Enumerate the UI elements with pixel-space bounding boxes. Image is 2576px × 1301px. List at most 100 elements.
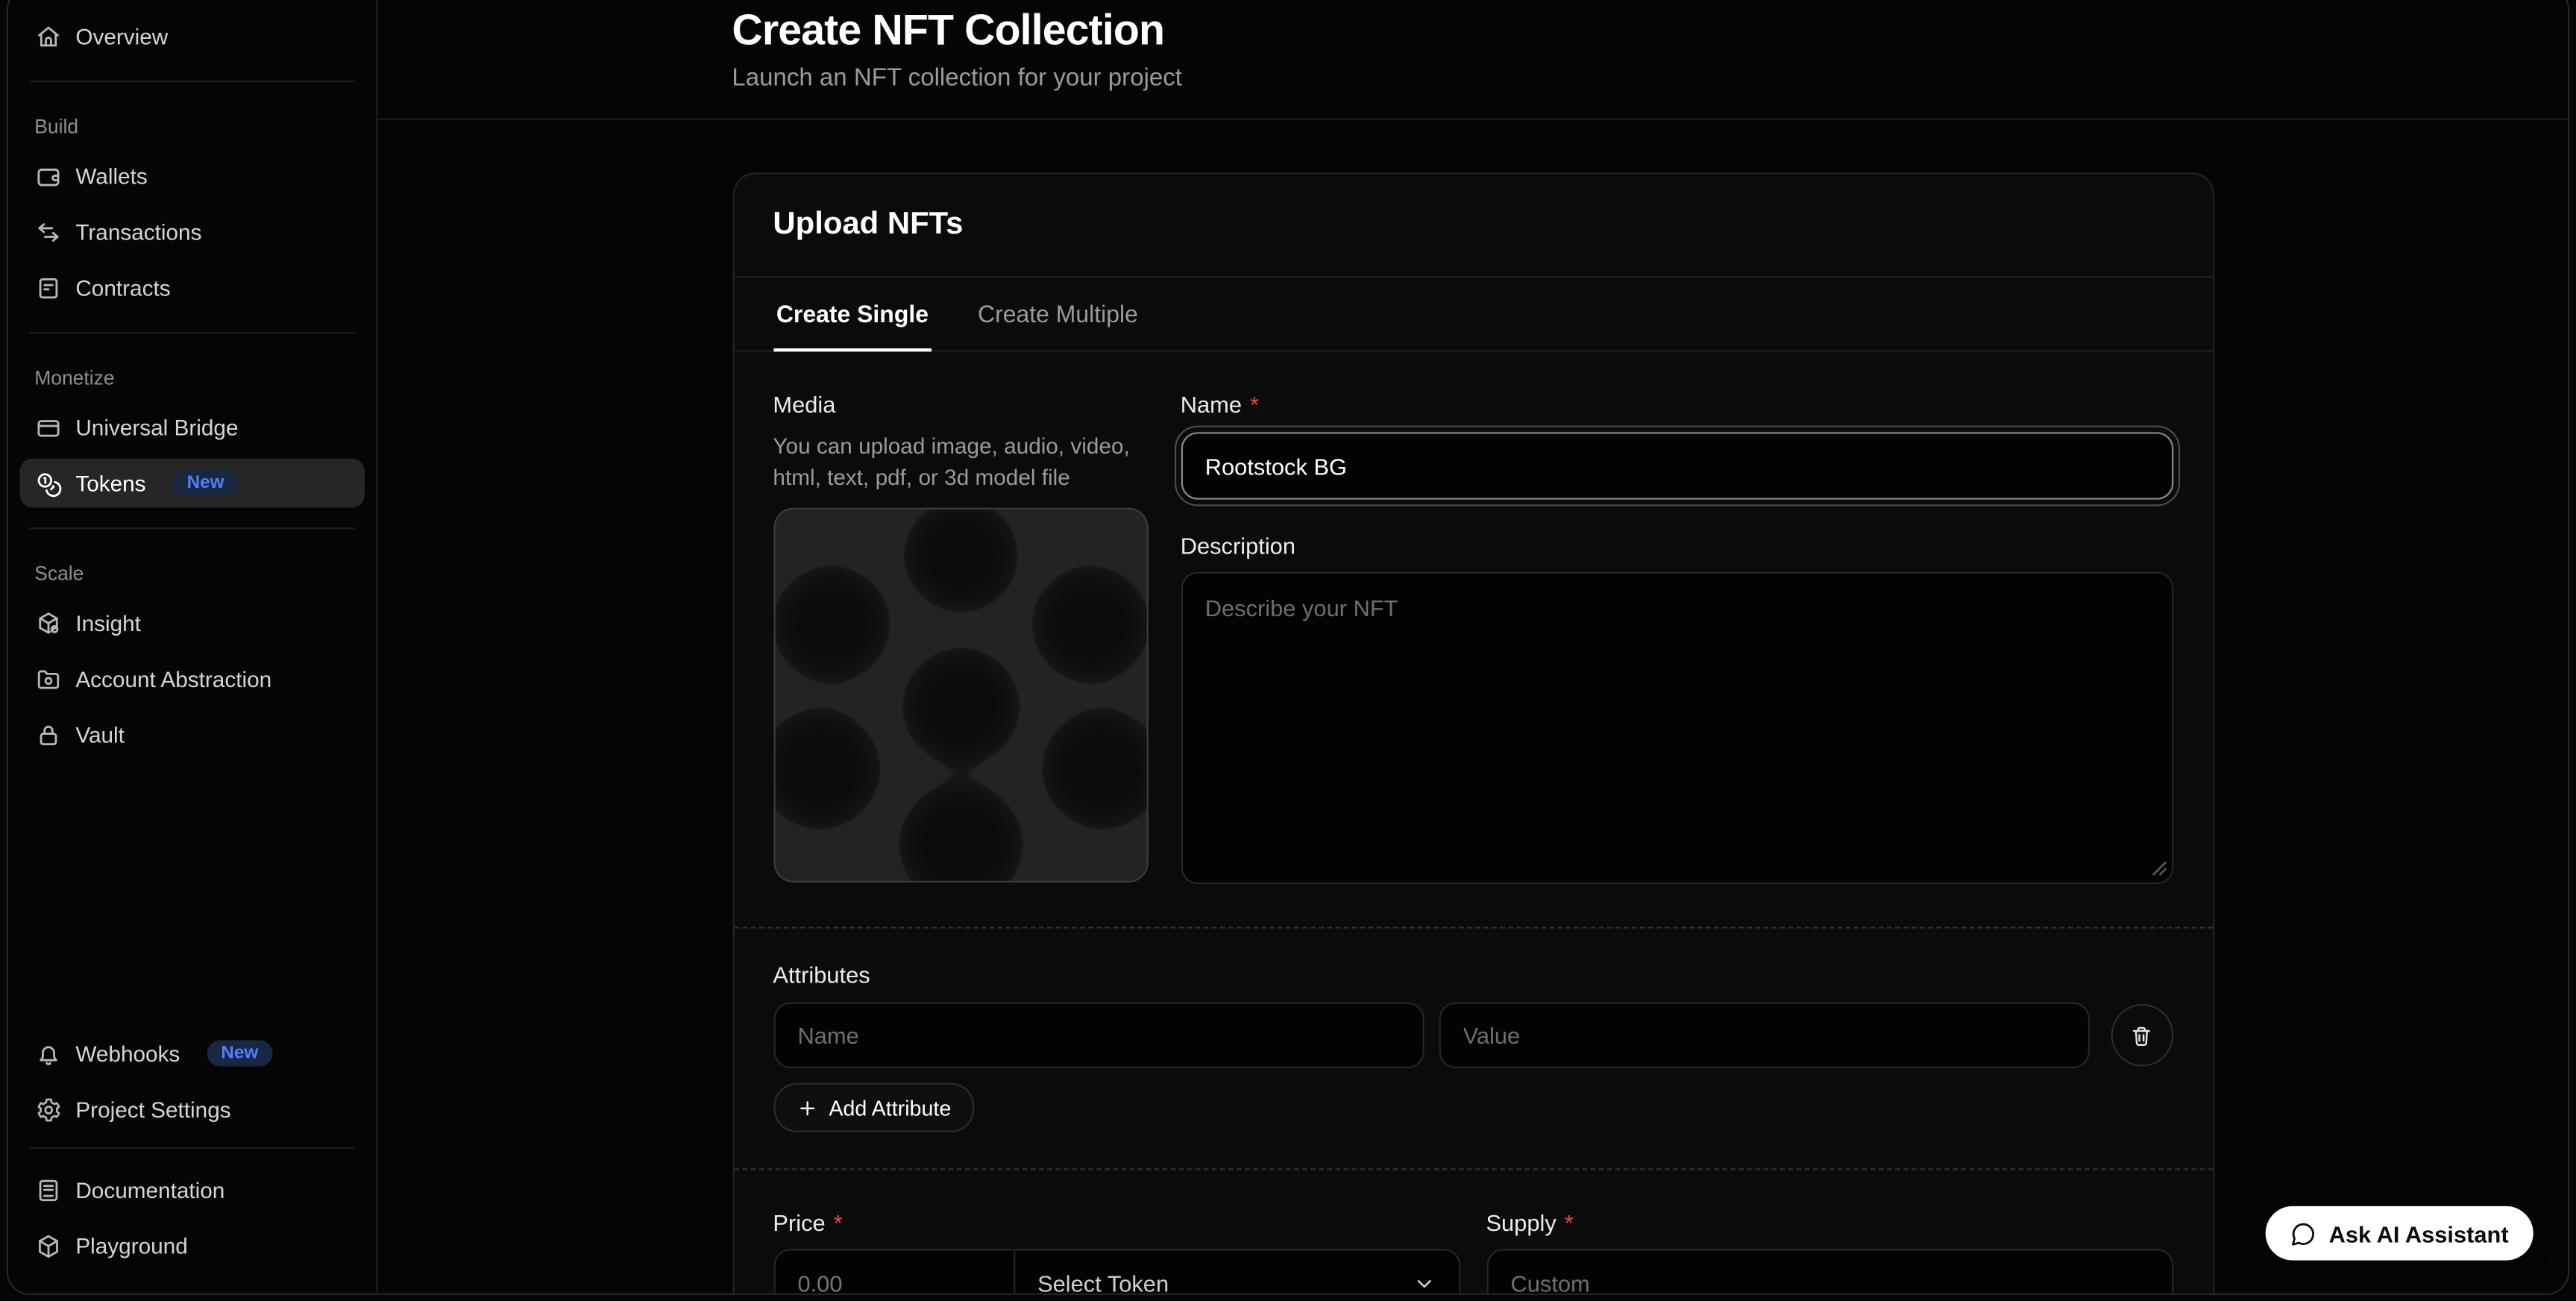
required-asterisk: *: [834, 1209, 843, 1235]
main-content: Create NFT Collection Launch an NFT coll…: [378, 0, 2568, 1294]
wallet-icon: [34, 162, 62, 189]
supply-label: Supply*: [1486, 1209, 2173, 1235]
media-hint: You can upload image, audio, video, html…: [773, 432, 1147, 493]
card-header: Upload NFTs: [734, 174, 2213, 278]
tab-create-multiple[interactable]: Create Multiple: [975, 278, 1142, 351]
cube-icon: [34, 1232, 62, 1259]
sidebar-item-label: Overview: [75, 24, 168, 48]
coins-icon: [34, 469, 62, 497]
sidebar-item-contracts[interactable]: Contracts: [19, 263, 365, 312]
ask-ai-assistant-button[interactable]: Ask AI Assistant: [2265, 1206, 2533, 1261]
media-upload-preview[interactable]: [773, 508, 1147, 883]
trash-icon: [2129, 1023, 2154, 1047]
sidebar-bottom-group: Webhooks New Project Settings Documentat…: [19, 1029, 365, 1277]
card-title: Upload NFTs: [773, 207, 2173, 243]
token-select-value: Select Token: [1037, 1270, 1169, 1294]
contract-icon: [34, 274, 62, 301]
ask-ai-assistant-label: Ask AI Assistant: [2329, 1220, 2509, 1247]
folder-dot-icon: [34, 665, 62, 692]
gear-icon: [34, 1095, 62, 1123]
lock-icon: [34, 721, 62, 748]
media-and-details-section: Media You can upload image, audio, video…: [734, 351, 2213, 927]
add-attribute-button[interactable]: Add Attribute: [773, 1083, 974, 1132]
attributes-label: Attributes: [773, 962, 2173, 988]
sidebar-item-label: Contracts: [75, 275, 170, 300]
description-label: Description: [1181, 533, 2173, 559]
upload-nfts-card: Upload NFTs Create Single Create Multipl…: [732, 172, 2214, 1293]
sidebar-item-universal-bridge[interactable]: Universal Bridge: [19, 403, 365, 452]
sidebar-item-label: Playground: [75, 1233, 187, 1258]
screenshot-viewport: Overview Build Wallets Transactions Cont…: [0, 0, 2576, 1301]
sidebar-item-label: Wallets: [75, 163, 147, 188]
price-supply-section: Price* Select Token Supply*: [734, 1170, 2213, 1293]
media-blob-artwork: [775, 510, 1148, 883]
new-badge: New: [207, 1040, 273, 1066]
sidebar-item-transactions[interactable]: Transactions: [19, 207, 365, 257]
book-icon: [34, 1176, 62, 1203]
sidebar-item-label: Universal Bridge: [75, 415, 238, 439]
new-badge: New: [172, 470, 239, 496]
sidebar-item-vault[interactable]: Vault: [19, 710, 365, 759]
delete-attribute-button[interactable]: [2111, 1004, 2173, 1067]
price-label: Price*: [773, 1209, 1460, 1235]
sidebar-item-webhooks[interactable]: Webhooks New: [19, 1029, 365, 1078]
name-label: Name*: [1181, 391, 2173, 417]
sidebar-item-project-settings[interactable]: Project Settings: [19, 1085, 365, 1134]
bell-icon: [34, 1039, 62, 1067]
chevron-down-icon: [1412, 1272, 1435, 1294]
token-select-dropdown[interactable]: Select Token: [1014, 1250, 1458, 1293]
nft-name-input[interactable]: [1181, 432, 2173, 499]
plus-icon: [796, 1097, 817, 1118]
credit-card-icon: [34, 413, 62, 441]
sidebar-item-documentation[interactable]: Documentation: [19, 1165, 365, 1214]
tab-create-single[interactable]: Create Single: [773, 278, 932, 351]
page-subtitle: Launch an NFT collection for your projec…: [732, 64, 2214, 92]
divider: [30, 1147, 355, 1149]
sidebar-section-label-scale: Scale: [19, 562, 365, 585]
media-label: Media: [773, 391, 1147, 417]
divider: [30, 527, 355, 529]
chat-bubble-icon: [2290, 1220, 2316, 1247]
package-icon: [34, 609, 62, 636]
sidebar-item-label: Insight: [75, 610, 141, 635]
sidebar-item-label: Account Abstraction: [75, 666, 271, 691]
resize-grip-icon[interactable]: [2149, 859, 2166, 876]
price-input-group: Select Token: [773, 1249, 1460, 1293]
divider: [30, 332, 355, 333]
sidebar: Overview Build Wallets Transactions Cont…: [8, 0, 378, 1294]
attributes-section: Attributes Add Attribute: [734, 929, 2213, 1169]
page-header: Create NFT Collection Launch an NFT coll…: [378, 0, 2568, 120]
price-amount-input[interactable]: [775, 1250, 1015, 1293]
page-title: Create NFT Collection: [732, 5, 2214, 56]
supply-field: Supply*: [1486, 1209, 2173, 1293]
sidebar-item-overview[interactable]: Overview: [19, 11, 365, 60]
sidebar-item-insight[interactable]: Insight: [19, 598, 365, 648]
sidebar-item-tokens[interactable]: Tokens New: [19, 459, 365, 508]
add-attribute-label: Add Attribute: [829, 1095, 951, 1120]
sidebar-item-playground[interactable]: Playground: [19, 1221, 365, 1270]
required-asterisk: *: [1250, 391, 1259, 417]
required-asterisk: *: [1565, 1209, 1574, 1235]
sidebar-item-wallets[interactable]: Wallets: [19, 151, 365, 201]
sidebar-item-label: Tokens: [75, 471, 145, 495]
details-column: Name* Description: [1181, 391, 2173, 884]
divider: [30, 81, 355, 82]
attribute-value-input[interactable]: [1439, 1003, 2089, 1068]
sidebar-item-label: Documentation: [75, 1177, 224, 1202]
arrows-left-right-icon: [34, 218, 62, 245]
tab-bar: Create Single Create Multiple: [734, 278, 2213, 351]
home-icon: [34, 22, 62, 50]
media-column: Media You can upload image, audio, video…: [773, 391, 1147, 884]
nft-description-textarea[interactable]: [1181, 572, 2173, 885]
price-field: Price* Select Token: [773, 1209, 1460, 1293]
sidebar-item-label: Transactions: [75, 219, 201, 244]
sidebar-item-account-abstraction[interactable]: Account Abstraction: [19, 654, 365, 703]
sidebar-section-label-monetize: Monetize: [19, 366, 365, 389]
app-frame: Overview Build Wallets Transactions Cont…: [7, 0, 2569, 1295]
sidebar-item-label: Webhooks: [75, 1041, 180, 1065]
attribute-row: [773, 1003, 2173, 1068]
supply-input[interactable]: [1486, 1249, 2173, 1293]
attribute-name-input[interactable]: [773, 1003, 1423, 1068]
sidebar-item-label: Vault: [75, 722, 125, 747]
sidebar-section-label-build: Build: [19, 115, 365, 138]
